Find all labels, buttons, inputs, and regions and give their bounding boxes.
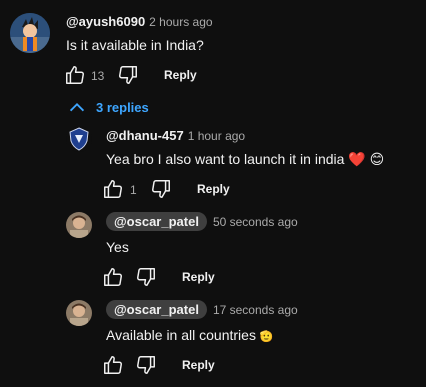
reply-time[interactable]: 17 seconds ago	[213, 303, 298, 317]
like-count: 1	[130, 183, 137, 197]
comment-author[interactable]: @ayush6090	[66, 14, 145, 29]
like-button[interactable]	[102, 266, 124, 288]
reply-text-body: Available in all countries	[106, 327, 256, 343]
dislike-button[interactable]	[135, 266, 157, 288]
reply-author-badge[interactable]: @oscar_patel	[106, 212, 207, 231]
like-button[interactable]	[102, 178, 124, 200]
reply-time[interactable]: 1 hour ago	[188, 129, 245, 143]
reply-button[interactable]: Reply	[182, 358, 215, 372]
thumbs-down-icon	[152, 180, 170, 198]
reply-time[interactable]: 50 seconds ago	[213, 215, 298, 229]
dislike-button[interactable]	[150, 178, 172, 200]
reply-text: Available in all countries 🫡	[106, 327, 274, 343]
avatar-character-image	[10, 13, 50, 53]
thumbs-down-icon	[137, 356, 155, 374]
dislike-button[interactable]	[117, 64, 139, 86]
reply-header: @oscar_patel 17 seconds ago	[106, 300, 298, 319]
reply-avatar[interactable]	[66, 212, 92, 238]
reply-header: @dhanu-457 1 hour ago	[106, 127, 245, 145]
shield-logo-icon	[69, 127, 89, 151]
comment-text: Is it available in India?	[66, 37, 204, 53]
replies-count: 3 replies	[96, 99, 149, 115]
reply-button[interactable]: Reply	[182, 270, 215, 284]
reply-button[interactable]: Reply	[164, 68, 197, 82]
heart-emoji: ❤️	[348, 151, 366, 167]
like-count: 13	[91, 69, 105, 83]
comment-header: @ayush6090 2 hours ago	[66, 13, 213, 31]
thumbs-down-icon	[119, 66, 137, 84]
reply-author-badge[interactable]: @oscar_patel	[106, 300, 207, 319]
avatar-photo-image	[66, 212, 92, 238]
reply-text: Yes	[106, 239, 129, 255]
reply-text-body: Yea bro I also want to launch it in indi…	[106, 151, 345, 167]
reply-avatar[interactable]	[66, 126, 92, 152]
replies-toggle[interactable]: 3 replies	[66, 99, 149, 115]
thumbs-up-icon	[104, 180, 122, 198]
chevron-up-icon	[69, 102, 85, 112]
comment-time[interactable]: 2 hours ago	[149, 15, 212, 29]
like-button[interactable]	[64, 64, 86, 86]
like-button[interactable]	[102, 354, 124, 376]
thumbs-up-icon	[104, 356, 122, 374]
reply-avatar[interactable]	[66, 300, 92, 326]
dislike-button[interactable]	[135, 354, 157, 376]
avatar[interactable]	[10, 13, 50, 53]
avatar-photo-image	[66, 300, 92, 326]
thumbs-up-icon	[104, 268, 122, 286]
salute-emoji: 🫡	[259, 331, 274, 343]
reply-header: @oscar_patel 50 seconds ago	[106, 212, 298, 231]
thumbs-up-icon	[66, 66, 84, 84]
reply-text: Yea bro I also want to launch it in indi…	[106, 151, 384, 168]
reply-button[interactable]: Reply	[197, 182, 230, 196]
smile-emoji: 😊	[369, 151, 385, 167]
reply-author[interactable]: @dhanu-457	[106, 128, 184, 143]
thumbs-down-icon	[137, 268, 155, 286]
